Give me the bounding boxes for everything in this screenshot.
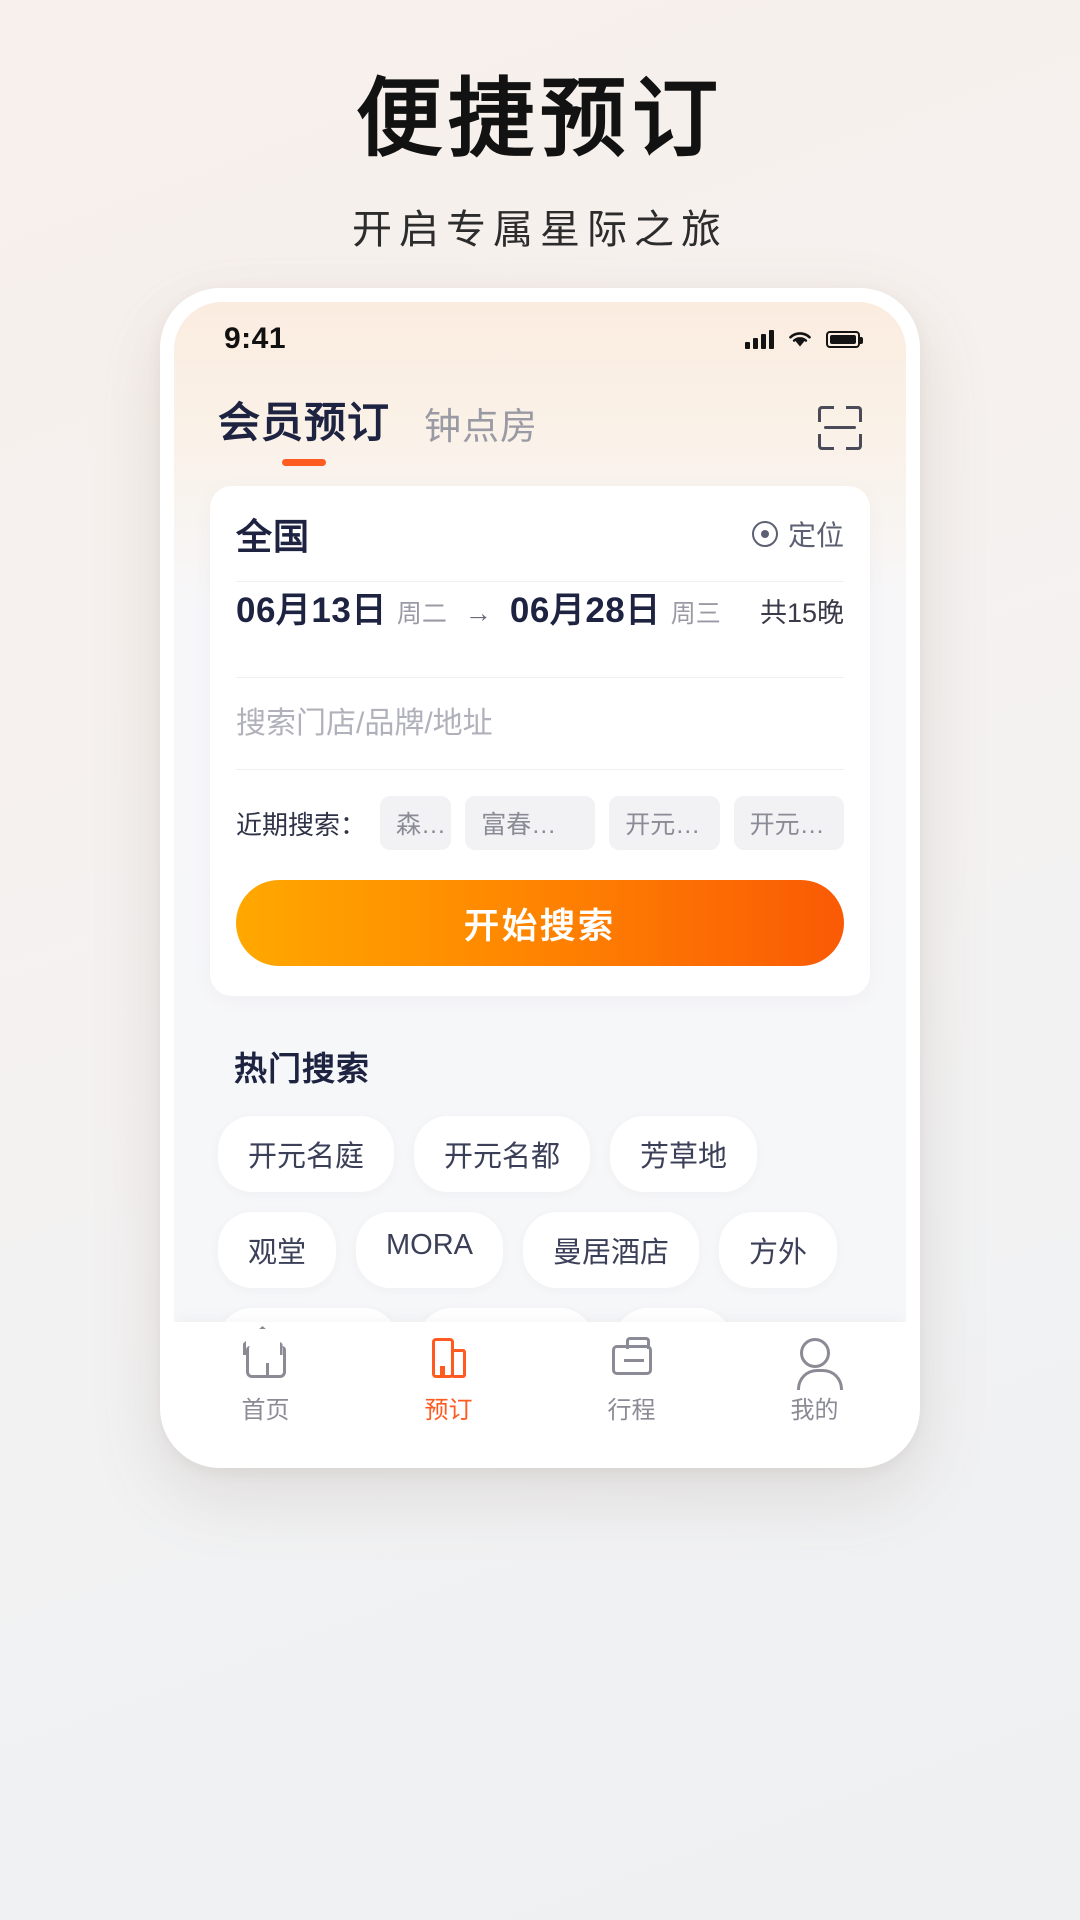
date-range-row[interactable]: 06月13日 周二 → 06月28日 周三 共15晚	[236, 582, 844, 678]
locate-label: 定位	[787, 519, 844, 551]
search-card: 全国 定位 06月13日 周二 → 06月28日 周三 共15晚 搜索门店/品牌…	[210, 486, 870, 996]
recent-label: 近期搜索：	[236, 809, 367, 840]
tabbar-item-trips[interactable]: 行程	[540, 1335, 723, 1425]
hot-chip[interactable]: 观堂	[218, 1212, 337, 1288]
page-subtitle: 开启专属星际之旅	[352, 207, 728, 252]
hot-chip[interactable]: CANARY	[218, 1308, 399, 1322]
tabbar-home-label: 首页	[241, 1397, 290, 1424]
hot-chip[interactable]: 曼居酒店	[523, 1212, 700, 1288]
tabbar-booking-label: 预订	[424, 1397, 473, 1424]
recent-chip[interactable]: 开元名庭	[733, 796, 844, 850]
tab-member-booking[interactable]: 会员预订	[218, 389, 390, 468]
tabbar-item-profile[interactable]: 我的	[723, 1335, 906, 1425]
poster-header: 便捷预订 开启专属星际之旅	[0, 0, 1080, 255]
hot-chip[interactable]: 瑰宝酒店	[418, 1308, 595, 1322]
hot-chip[interactable]: MORA	[356, 1212, 504, 1288]
checkout-weekday: 周三	[670, 600, 721, 628]
tabbar-item-home[interactable]: 首页	[174, 1335, 357, 1425]
location-pin-icon	[751, 520, 778, 547]
start-search-button[interactable]: 开始搜索	[236, 880, 844, 966]
hot-chip[interactable]: 颐居	[614, 1308, 733, 1322]
phone-screen: 9:41 会员预订 钟点房 全国 定位 06月13日 周二 → 06月28日 周…	[174, 302, 906, 1454]
tabbar-trips-label: 行程	[607, 1397, 656, 1424]
tabbar-profile-label: 我的	[790, 1397, 839, 1424]
hot-chip[interactable]: 开元名庭	[218, 1116, 395, 1192]
tab-hourly-room-label: 钟点房	[424, 406, 539, 447]
checkin-weekday: 周二	[396, 600, 447, 628]
booking-building-icon	[426, 1335, 472, 1381]
search-input[interactable]	[236, 706, 844, 741]
wifi-icon	[789, 332, 811, 347]
person-icon	[792, 1335, 843, 1390]
location-row[interactable]: 全国 定位	[236, 486, 844, 582]
page-title: 便捷预订	[356, 71, 724, 167]
home-icon	[243, 1335, 289, 1381]
bottom-tabbar: 首页 预订 行程 我的	[174, 1322, 906, 1454]
app-header: 会员预订 钟点房	[174, 376, 906, 468]
nights-count: 共15晚	[759, 598, 844, 628]
keyword-row[interactable]	[236, 678, 844, 770]
scan-qr-icon[interactable]	[818, 406, 862, 450]
date-arrow-icon: →	[464, 598, 492, 628]
checkin-date: 06月13日	[236, 591, 387, 630]
status-time: 9:41	[224, 322, 287, 355]
tabbar-item-booking[interactable]: 预订	[357, 1335, 540, 1425]
status-icons	[745, 329, 863, 349]
hot-search-chips: 开元名庭 开元名都 芳草地 观堂 MORA 曼居酒店 方外 CANARY 瑰宝酒…	[174, 1090, 906, 1322]
hot-chip[interactable]: 方外	[719, 1212, 838, 1288]
scroll-body: 全国 定位 06月13日 周二 → 06月28日 周三 共15晚 搜索门店/品牌…	[174, 468, 906, 1322]
recent-chip[interactable]: 富春芳草…	[465, 796, 596, 850]
hot-chip[interactable]: 开元名都	[414, 1116, 591, 1192]
hot-chip[interactable]: 芳草地	[610, 1116, 758, 1192]
checkout-date: 06月28日	[509, 591, 661, 630]
tab-member-booking-label: 会员预订	[218, 399, 391, 446]
briefcase-icon	[609, 1335, 655, 1381]
status-bar: 9:41	[174, 302, 906, 376]
recent-searches: 近期搜索： 森泊 富春芳草… 开元名都 开元名庭	[236, 770, 844, 854]
signal-bars-icon	[745, 329, 774, 349]
recent-chip[interactable]: 开元名都	[609, 796, 720, 850]
location-city: 全国	[236, 515, 311, 557]
locate-button[interactable]: 定位	[751, 514, 844, 554]
tab-hourly-room[interactable]: 钟点房	[424, 396, 538, 468]
battery-icon	[826, 330, 863, 348]
hot-search-title: 热门搜索	[234, 1050, 370, 1087]
recent-chip[interactable]: 森泊	[380, 796, 452, 850]
phone-mockup: 9:41 会员预订 钟点房 全国 定位 06月13日 周二 → 06月28日 周…	[160, 288, 920, 1468]
